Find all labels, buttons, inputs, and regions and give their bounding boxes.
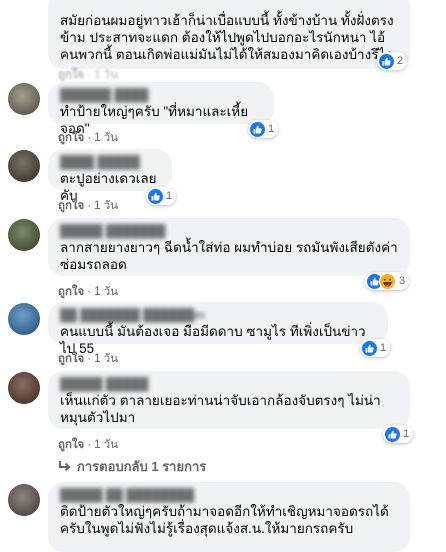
comment-text: เห็นแก่ตัว ตาลายเยอะท่านน่าจับเอากล้องจั… — [60, 393, 381, 425]
like-icon — [148, 188, 163, 204]
comment-actions: ถูกใจ · 1 วัน — [58, 353, 119, 365]
comment-bubble: ██ ███████ ██████m คนแบบนี้ มันต้องเจอ ม… — [48, 302, 388, 356]
avatar[interactable] — [8, 150, 40, 182]
comment-text: ลากสายยางยาวๆ ฉีดน้ำใส่ท่อ ผมทำบ่อย รถมั… — [60, 240, 398, 272]
like-link[interactable]: ถูกใจ — [58, 439, 84, 451]
like-link[interactable]: ถูกใจ — [58, 69, 84, 81]
commenter-name[interactable]: ██ ███████ ██████m — [60, 308, 376, 323]
reaction-count: 2 — [397, 55, 404, 67]
reaction-count: 1 — [380, 342, 387, 354]
reaction-count: 1 — [268, 123, 275, 135]
commenter-name[interactable]: █████ ██ ████████ — [60, 488, 398, 503]
like-link[interactable]: ถูกใจ — [58, 200, 84, 212]
like-icon — [379, 53, 394, 69]
comment-time[interactable]: 1 วัน — [94, 439, 118, 451]
commenter-name[interactable]: █████ █████ — [60, 377, 398, 392]
like-icon — [250, 121, 265, 137]
like-link[interactable]: ถูกใจ — [58, 286, 84, 298]
reaction-summary[interactable]: 2 — [377, 52, 408, 70]
comment-bubble: ██████ ████ ทำป้ายใหญ่ๆครับ "ที่หมาและเห… — [48, 82, 274, 136]
avatar[interactable] — [8, 219, 40, 251]
comment-actions: ถูกใจ · 1 วัน — [58, 439, 119, 451]
comment-actions: ถูกใจ · 1 วัน — [58, 132, 119, 144]
like-link[interactable]: ถูกใจ — [58, 353, 84, 365]
reaction-summary[interactable]: 1 — [360, 339, 391, 357]
comment-time[interactable]: 1 วัน — [94, 353, 118, 365]
comment-bubble: █████ ███████ ลากสายยางยาวๆ ฉีดน้ำใส่ท่อ… — [48, 218, 410, 276]
comment-text: ติดป้ายตัวใหญ่ๆครับถ้ามาจอดอีกให้ทำเชิญห… — [60, 504, 389, 536]
comment-bubble: ████ █████ ตะปูอย่างเดวเลยคับ — [48, 149, 172, 203]
avatar[interactable] — [8, 83, 40, 115]
reply-arrow-icon — [59, 461, 71, 472]
view-replies-link[interactable]: การตอบกลับ 1 รายการ — [58, 456, 206, 477]
comment-actions: ถูกใจ · 1 วัน — [58, 200, 119, 212]
like-link[interactable]: ถูกใจ — [58, 132, 84, 144]
comment-bubble: █████ ██ ████████ ติดป้ายตัวใหญ่ๆครับถ้า… — [48, 482, 410, 552]
haha-icon — [379, 272, 396, 290]
comment-time[interactable]: 1 วัน — [94, 132, 118, 144]
like-icon — [362, 340, 377, 356]
reaction-summary[interactable]: 1 — [146, 187, 177, 205]
commenter-name[interactable]: ██████ ████ — [60, 88, 262, 103]
commenter-name[interactable]: ████ █████ — [60, 155, 160, 170]
reaction-count: 3 — [399, 275, 406, 287]
comment-text: สมัยก่อนผมอยู่ทาวเฮ้าก็น่าเบื่อแบบนี้ ทั… — [60, 13, 394, 62]
reaction-summary[interactable]: 3 — [365, 272, 410, 290]
comment-actions: ถูกใจ · 1 วัน — [58, 286, 119, 298]
avatar[interactable] — [8, 303, 40, 335]
reaction-count: 1 — [403, 428, 410, 440]
reaction-summary[interactable]: 1 — [383, 425, 414, 443]
comment-time[interactable]: 1 วัน — [94, 200, 118, 212]
reaction-summary[interactable]: 1 — [248, 120, 279, 138]
like-icon — [385, 426, 400, 442]
comment-time[interactable]: 1 วัน — [94, 69, 118, 81]
view-replies-label: การตอบกลับ 1 รายการ — [77, 459, 207, 474]
reaction-count: 1 — [166, 190, 173, 202]
avatar[interactable] — [8, 372, 40, 404]
avatar[interactable] — [8, 484, 40, 516]
comment-bubble: █████ █████ เห็นแก่ตัว ตาลายเยอะท่านน่าจ… — [48, 371, 410, 429]
comment-time[interactable]: 1 วัน — [94, 286, 118, 298]
commenter-name[interactable]: █████ ███████ — [60, 224, 398, 239]
comment-bubble: สมัยก่อนผมอยู่ทาวเฮ้าก็น่าเบื่อแบบนี้ ทั… — [48, 0, 410, 69]
